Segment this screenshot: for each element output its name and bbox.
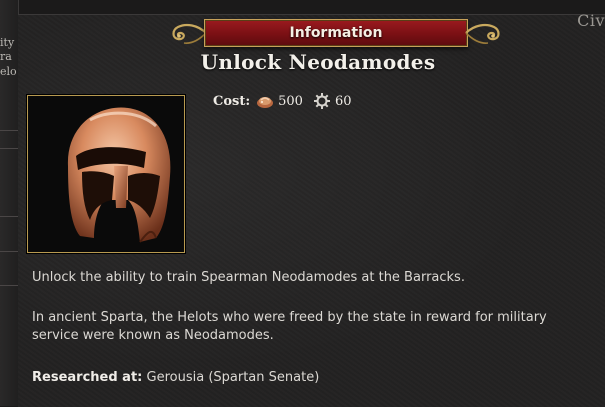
banner-title: Information bbox=[289, 25, 383, 41]
divider bbox=[0, 130, 18, 131]
food-cost-value: 500 bbox=[278, 93, 303, 109]
metal-icon bbox=[313, 93, 330, 109]
corinthian-helmet-icon bbox=[28, 96, 184, 252]
researched-at-row: Researched at: Gerousia (Spartan Senate) bbox=[32, 369, 572, 387]
researched-at-label: Researched at: bbox=[32, 370, 143, 385]
description-history: In ancient Sparta, the Helots who were f… bbox=[32, 310, 547, 343]
description-summary: Unlock the ability to train Spearman Neo… bbox=[32, 270, 465, 285]
divider bbox=[0, 216, 18, 217]
divider bbox=[0, 148, 18, 149]
cost-label: Cost: bbox=[213, 93, 251, 109]
tech-title: Unlock Neodamodes bbox=[200, 50, 436, 74]
researched-at-value: Gerousia (Spartan Senate) bbox=[146, 370, 320, 385]
info-title-banner: Information bbox=[204, 19, 468, 47]
right-scroll-ornament-icon bbox=[465, 23, 500, 44]
left-scroll-ornament-icon bbox=[172, 23, 207, 44]
background-corner-text: Civ bbox=[577, 11, 605, 30]
divider bbox=[0, 251, 18, 252]
food-icon bbox=[257, 97, 274, 108]
cost-row: Cost: 500 60 bbox=[213, 92, 362, 110]
divider bbox=[0, 285, 18, 286]
metal-cost-value: 60 bbox=[334, 93, 352, 109]
background-text-fragment: ity bbox=[0, 36, 15, 49]
tech-portrait bbox=[27, 95, 185, 253]
